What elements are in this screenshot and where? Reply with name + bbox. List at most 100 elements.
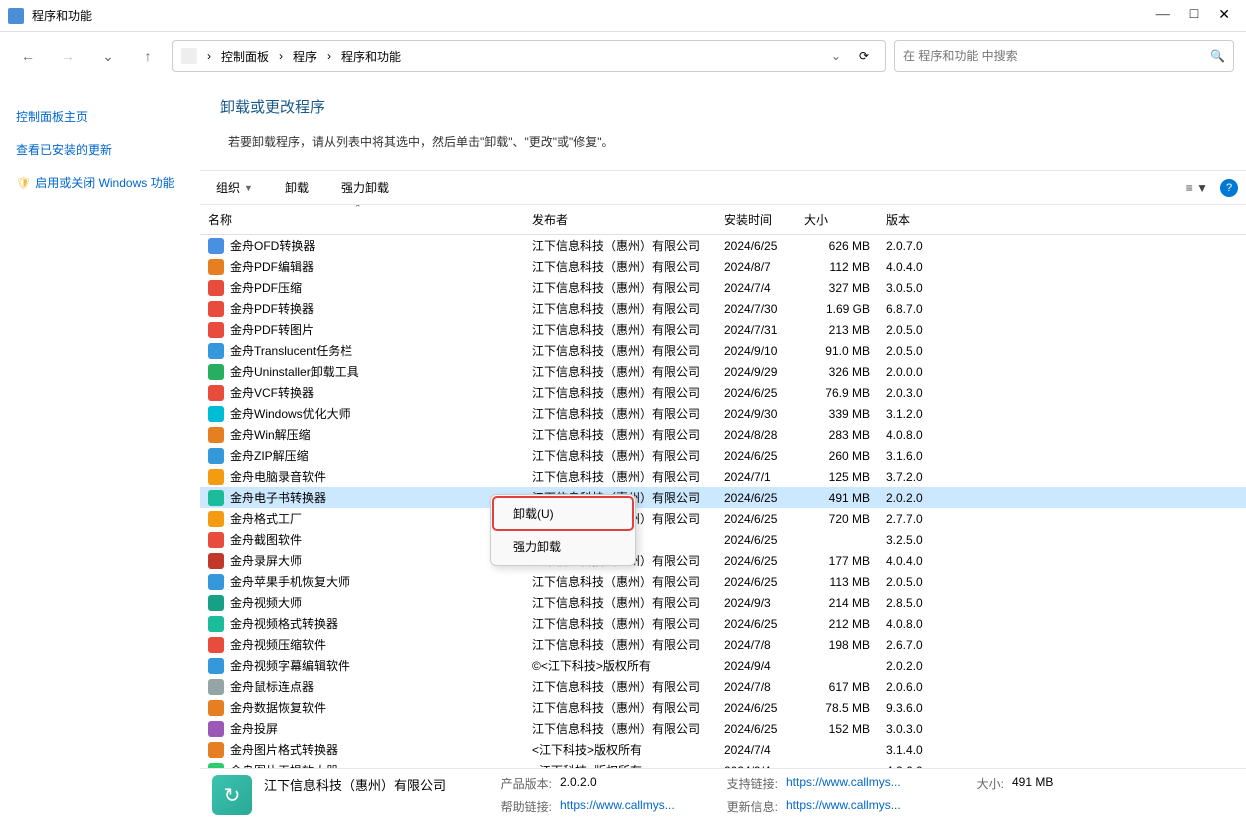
table-row[interactable]: 金舟电子书转换器 江下信息科技（惠州）有限公司 2024/6/25 491 MB… [200, 487, 1246, 508]
search-box[interactable]: 🔍 [894, 40, 1234, 72]
table-row[interactable]: 金舟图片格式转换器 <江下科技>版权所有 2024/7/4 3.1.4.0 [200, 739, 1246, 760]
table-row[interactable]: 金舟视频格式转换器 江下信息科技（惠州）有限公司 2024/6/25 212 M… [200, 613, 1246, 634]
value-update-info[interactable]: https://www.callmys... [786, 798, 936, 815]
program-date: 2024/7/1 [716, 470, 796, 484]
help-button[interactable]: ? [1220, 179, 1238, 197]
table-row[interactable]: 金舟ZIP解压缩 江下信息科技（惠州）有限公司 2024/6/25 260 MB… [200, 445, 1246, 466]
view-options-button[interactable]: ≡ ▼ [1182, 177, 1212, 199]
app-row-icon [208, 490, 224, 506]
table-row[interactable]: 金舟PDF转换器 江下信息科技（惠州）有限公司 2024/7/30 1.69 G… [200, 298, 1246, 319]
up-button[interactable]: ↑ [132, 40, 164, 72]
program-version: 4.0.8.0 [878, 428, 998, 442]
table-row[interactable]: 金舟PDF转图片 江下信息科技（惠州）有限公司 2024/7/31 213 MB… [200, 319, 1246, 340]
context-uninstall[interactable]: 卸载(U) [493, 497, 633, 530]
force-uninstall-button[interactable]: 强力卸载 [333, 175, 397, 200]
app-row-icon [208, 616, 224, 632]
table-row[interactable]: 金舟PDF编辑器 江下信息科技（惠州）有限公司 2024/8/7 112 MB … [200, 256, 1246, 277]
program-date: 2024/6/25 [716, 575, 796, 589]
status-publisher: 江下信息科技（惠州）有限公司 [264, 775, 464, 794]
address-bar[interactable]: › 控制面板 › 程序 › 程序和功能 ⌄ ⟳ [172, 40, 886, 72]
table-row[interactable]: 金舟数据恢复软件 江下信息科技（惠州）有限公司 2024/6/25 78.5 M… [200, 697, 1246, 718]
column-publisher[interactable]: 发布者 [524, 205, 716, 234]
titlebar: 程序和功能 — □ ✕ [0, 0, 1246, 32]
table-row[interactable]: 金舟截图软件 2024/6/25 3.2.5.0 [200, 529, 1246, 550]
sidebar-link-updates[interactable]: 查看已安装的更新 [16, 133, 184, 166]
program-version: 4.0.4.0 [878, 554, 998, 568]
program-name: 金舟格式工厂 [230, 510, 302, 527]
program-publisher: 江下信息科技（惠州）有限公司 [524, 573, 716, 590]
program-date: 2024/7/30 [716, 302, 796, 316]
value-size: 491 MB [1012, 775, 1092, 794]
sidebar-link-windows-features[interactable]: 启用或关闭 Windows 功能 [16, 166, 184, 199]
sidebar-link-home[interactable]: 控制面板主页 [16, 100, 184, 133]
search-icon[interactable]: 🔍 [1210, 49, 1225, 63]
breadcrumb-mid[interactable]: 程序 [289, 48, 321, 65]
program-version: 3.1.4.0 [878, 743, 998, 757]
program-size: 327 MB [796, 281, 878, 295]
forward-button[interactable]: → [52, 40, 84, 72]
program-name: 金舟电脑录音软件 [230, 468, 326, 485]
program-date: 2024/8/7 [716, 260, 796, 274]
search-input[interactable] [903, 49, 1210, 63]
value-help-link[interactable]: https://www.callmys... [560, 798, 690, 815]
table-row[interactable]: 金舟录屏大师 江下信息科技（惠州）有限公司 2024/6/25 177 MB 4… [200, 550, 1246, 571]
organize-button[interactable]: 组织 ▼ [208, 175, 261, 200]
column-name[interactable]: 名称 ⌃ [204, 205, 524, 234]
table-row[interactable]: 金舟鼠标连点器 江下信息科技（惠州）有限公司 2024/7/8 617 MB 2… [200, 676, 1246, 697]
program-version: 3.2.5.0 [878, 533, 998, 547]
program-date: 2024/6/25 [716, 533, 796, 547]
table-row[interactable]: 金舟视频字幕编辑软件 ©<江下科技>版权所有 2024/9/4 2.0.2.0 [200, 655, 1246, 676]
value-support-link[interactable]: https://www.callmys... [786, 775, 936, 794]
table-row[interactable]: 金舟格式工厂 江下信息科技（惠州）有限公司 2024/6/25 720 MB 2… [200, 508, 1246, 529]
table-row[interactable]: 金舟Win解压缩 江下信息科技（惠州）有限公司 2024/8/28 283 MB… [200, 424, 1246, 445]
table-row[interactable]: 金舟苹果手机恢复大师 江下信息科技（惠州）有限公司 2024/6/25 113 … [200, 571, 1246, 592]
table-row[interactable]: 金舟视频大师 江下信息科技（惠州）有限公司 2024/9/3 214 MB 2.… [200, 592, 1246, 613]
table-row[interactable]: 金舟视频压缩软件 江下信息科技（惠州）有限公司 2024/7/8 198 MB … [200, 634, 1246, 655]
table-row[interactable]: 金舟Uninstaller卸载工具 江下信息科技（惠州）有限公司 2024/9/… [200, 361, 1246, 382]
minimize-button[interactable]: — [1156, 7, 1170, 24]
program-version: 2.8.5.0 [878, 596, 998, 610]
label-size: 大小: [944, 775, 1004, 794]
table-row[interactable]: 金舟PDF压缩 江下信息科技（惠州）有限公司 2024/7/4 327 MB 3… [200, 277, 1246, 298]
program-version: 3.0.3.0 [878, 722, 998, 736]
program-publisher: 江下信息科技（惠州）有限公司 [524, 720, 716, 737]
program-date: 2024/7/4 [716, 281, 796, 295]
table-row[interactable]: 金舟Windows优化大师 江下信息科技（惠州）有限公司 2024/9/30 3… [200, 403, 1246, 424]
back-button[interactable]: ← [12, 40, 44, 72]
column-size[interactable]: 大小 [796, 205, 878, 234]
address-dropdown[interactable]: ⌄ [827, 49, 845, 63]
uninstall-button[interactable]: 卸载 [277, 175, 317, 200]
program-size: 326 MB [796, 365, 878, 379]
app-row-icon [208, 553, 224, 569]
maximize-button[interactable]: □ [1190, 7, 1198, 24]
breadcrumb-leaf[interactable]: 程序和功能 [337, 48, 405, 65]
table-row[interactable]: 金舟投屏 江下信息科技（惠州）有限公司 2024/6/25 152 MB 3.0… [200, 718, 1246, 739]
table-row[interactable]: 金舟电脑录音软件 江下信息科技（惠州）有限公司 2024/7/1 125 MB … [200, 466, 1246, 487]
close-button[interactable]: ✕ [1218, 7, 1230, 24]
refresh-button[interactable]: ⟳ [851, 49, 877, 63]
table-row[interactable]: 金舟OFD转换器 江下信息科技（惠州）有限公司 2024/6/25 626 MB… [200, 235, 1246, 256]
program-publisher: 江下信息科技（惠州）有限公司 [524, 321, 716, 338]
dropdown-history[interactable]: ⌄ [92, 40, 124, 72]
app-row-icon [208, 574, 224, 590]
column-version[interactable]: 版本 [878, 205, 998, 234]
program-name: 金舟PDF转图片 [230, 321, 314, 338]
table-row[interactable]: 金舟Translucent任务栏 江下信息科技（惠州）有限公司 2024/9/1… [200, 340, 1246, 361]
breadcrumb-root[interactable]: 控制面板 [217, 48, 273, 65]
app-row-icon [208, 595, 224, 611]
program-version: 2.0.5.0 [878, 323, 998, 337]
program-date: 2024/6/25 [716, 491, 796, 505]
program-version: 2.6.7.0 [878, 638, 998, 652]
sort-indicator-icon: ⌃ [354, 205, 362, 214]
table-row[interactable]: 金舟VCF转换器 江下信息科技（惠州）有限公司 2024/6/25 76.9 M… [200, 382, 1246, 403]
table-row[interactable]: 金舟图片无损放大器 <江下科技>版权所有 2024/9/4 4.2.6.0 [200, 760, 1246, 768]
context-force-uninstall[interactable]: 强力卸载 [493, 530, 633, 563]
app-row-icon [208, 301, 224, 317]
table-header: 名称 ⌃ 发布者 安装时间 大小 版本 [200, 205, 1246, 235]
program-date: 2024/6/25 [716, 617, 796, 631]
column-date[interactable]: 安装时间 [716, 205, 796, 234]
program-date: 2024/9/4 [716, 659, 796, 673]
program-version: 3.7.2.0 [878, 470, 998, 484]
program-name: 金舟ZIP解压缩 [230, 447, 309, 464]
program-publisher: 江下信息科技（惠州）有限公司 [524, 300, 716, 317]
